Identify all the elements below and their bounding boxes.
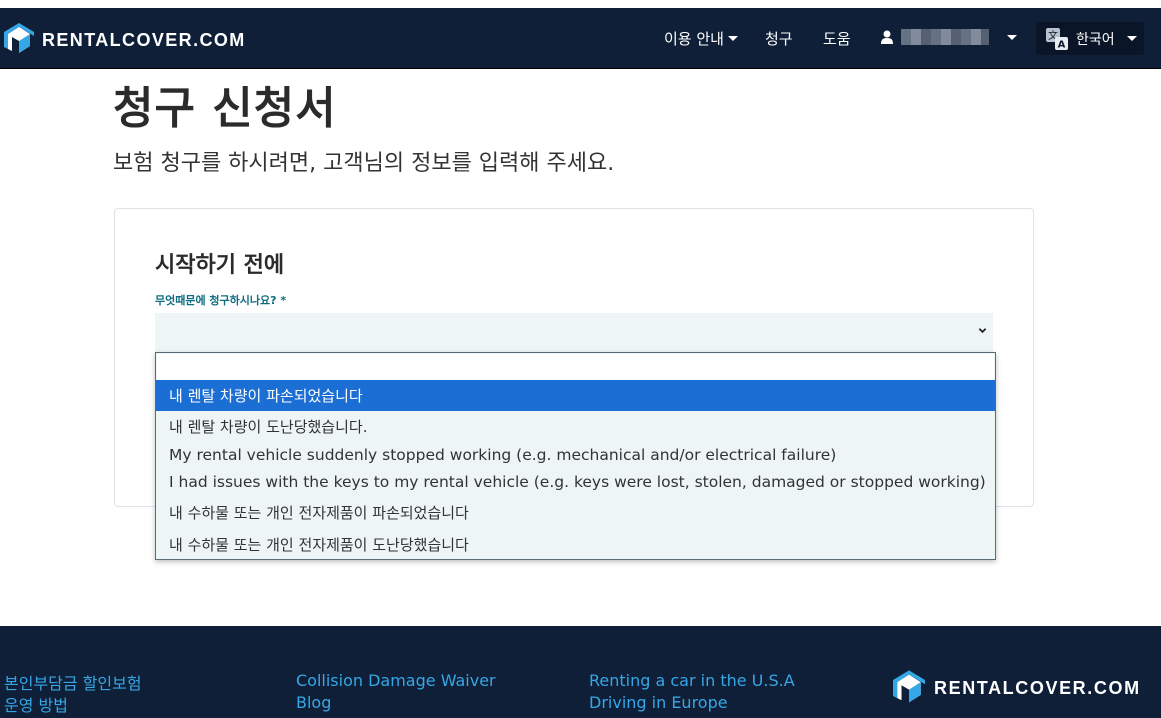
- page-title: 청구 신청서: [113, 83, 337, 134]
- dropdown-option-luggage-damaged[interactable]: 내 수하물 또는 개인 전자제품이 파손되었습니다: [156, 495, 995, 529]
- footer-link-europe[interactable]: Driving in Europe: [589, 693, 728, 712]
- footer-link-cdw[interactable]: Collision Damage Waiver: [296, 671, 496, 690]
- footer-link-usa[interactable]: Renting a car in the U.S.A: [589, 671, 795, 690]
- chevron-down-icon: [978, 328, 987, 334]
- user-account-dropdown[interactable]: [881, 29, 1017, 45]
- claim-reason-label: 무엇때문에 청구하시나요? *: [155, 294, 287, 307]
- dropdown-option-luggage-stolen[interactable]: 내 수하물 또는 개인 전자제품이 도난당했습니다: [156, 529, 995, 559]
- caret-down-icon: [727, 36, 738, 41]
- footer-brand-name: RENTALCOVER.COM: [934, 678, 1141, 698]
- language-selector[interactable]: 文 A 한국어: [1036, 22, 1144, 55]
- rentalcover-logo-icon: [893, 670, 925, 703]
- nav-help-link[interactable]: 도움: [823, 28, 851, 49]
- caret-down-icon: [1126, 36, 1137, 41]
- nav-guide-dropdown[interactable]: 이용 안내: [664, 28, 738, 49]
- footer-brand-logo[interactable]: RENTALCOVER.COM: [893, 670, 1141, 707]
- footer-link-how-it-works[interactable]: 운영 방법: [4, 692, 68, 716]
- language-label: 한국어: [1076, 31, 1115, 48]
- dropdown-option-empty[interactable]: [157, 354, 994, 380]
- nav-claims-label: 청구: [765, 30, 793, 48]
- dropdown-option-key-issues[interactable]: I had issues with the keys to my rental …: [156, 468, 995, 495]
- nav-guide-label: 이용 안내: [664, 30, 724, 48]
- user-icon: [881, 30, 893, 44]
- rentalcover-logo-icon: [4, 23, 34, 53]
- top-navbar: RENTALCOVER.COM 이용 안내 청구 도움 文 A 한국어: [0, 8, 1161, 69]
- dropdown-option-vehicle-damaged[interactable]: 내 렌탈 차량이 파손되었습니다: [156, 380, 995, 411]
- footer-link-excess-insurance[interactable]: 본인부담금 할인보험: [4, 670, 142, 694]
- footer-link-blog[interactable]: Blog: [296, 693, 331, 712]
- brand-logo[interactable]: RENTALCOVER.COM: [4, 23, 246, 57]
- dropdown-option-vehicle-breakdown[interactable]: My rental vehicle suddenly stopped worki…: [156, 441, 995, 468]
- svg-text:A: A: [1058, 39, 1066, 50]
- nav-help-label: 도움: [823, 30, 851, 48]
- caret-down-icon: [1007, 34, 1017, 40]
- section-title: 시작하기 전에: [155, 253, 285, 278]
- claim-reason-dropdown-list: 내 렌탈 차량이 파손되었습니다 내 렌탈 차량이 도난당했습니다. My re…: [155, 352, 996, 560]
- page-subtitle: 보험 청구를 하시려면, 고객님의 정보를 입력해 주세요.: [113, 151, 615, 176]
- translate-icon: 文 A: [1046, 27, 1068, 50]
- dropdown-option-vehicle-stolen[interactable]: 내 렌탈 차량이 도난당했습니다.: [156, 411, 995, 441]
- brand-name: RENTALCOVER.COM: [42, 29, 246, 50]
- top-strip: [0, 0, 1161, 8]
- redacted-username: [901, 29, 989, 45]
- nav-claims-link[interactable]: 청구: [765, 28, 793, 49]
- claim-reason-select[interactable]: [155, 313, 993, 353]
